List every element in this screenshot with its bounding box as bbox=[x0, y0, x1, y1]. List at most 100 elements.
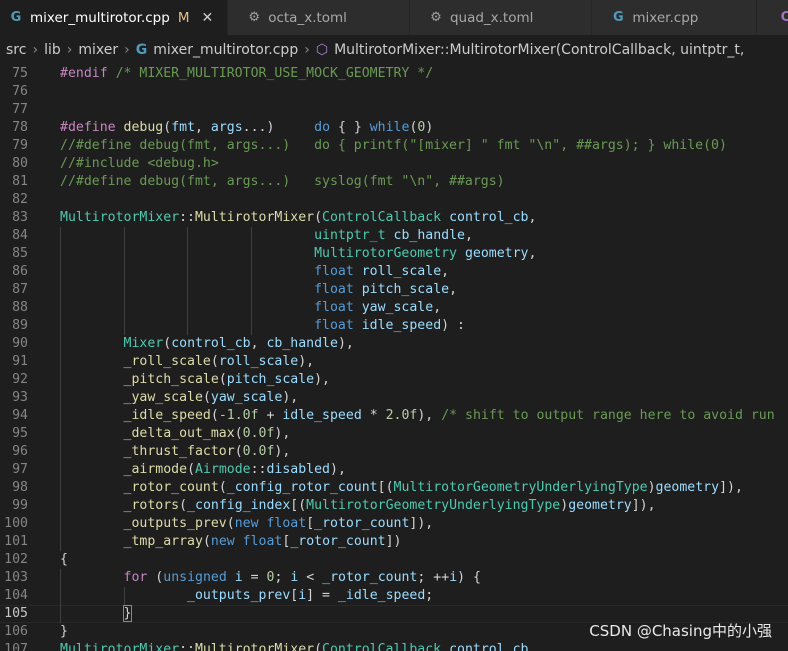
code-line[interactable]: 82 bbox=[0, 191, 788, 209]
code-text: } bbox=[60, 624, 68, 639]
line-number: 91 bbox=[12, 354, 28, 369]
code-text: float roll_scale, bbox=[314, 264, 450, 279]
code-line[interactable]: 87 float pitch_scale, bbox=[0, 281, 788, 299]
code-text: MultirotorMixer::MultirotorMixer(Control… bbox=[60, 210, 537, 225]
cpp-file-icon: G bbox=[10, 10, 22, 25]
code-text: _thrust_factor(0.0f), bbox=[123, 444, 291, 459]
line-number: 98 bbox=[12, 480, 28, 495]
code-text: float pitch_scale, bbox=[314, 282, 458, 297]
breadcrumb-item-symbol[interactable]: MultirotorMixer::MultirotorMixer(Control… bbox=[334, 42, 744, 58]
code-text: #endif /* MIXER_MULTIROTOR_USE_MOCK_GEOM… bbox=[60, 66, 434, 81]
code-line[interactable]: 97 _airmode(Airmode::disabled), bbox=[0, 461, 788, 479]
code-editor[interactable]: 75 #endif /* MIXER_MULTIROTOR_USE_MOCK_GE… bbox=[0, 65, 788, 651]
chevron-right-icon: › bbox=[304, 42, 310, 58]
tab-mixer-m[interactable]: C mixer_m bbox=[757, 0, 788, 35]
tab-mixer-multirotor-cpp[interactable]: G mixer_multirotor.cpp M ✕ bbox=[0, 0, 229, 35]
breadcrumb-item-src[interactable]: src bbox=[6, 42, 26, 58]
modified-indicator: M bbox=[177, 9, 190, 26]
tab-quad-x-toml[interactable]: ⚙ quad_x.toml bbox=[409, 0, 593, 35]
code-text: float yaw_scale, bbox=[314, 300, 442, 315]
code-line[interactable]: 77 bbox=[0, 101, 788, 119]
line-number: 97 bbox=[12, 462, 28, 477]
line-number: 96 bbox=[12, 444, 28, 459]
chevron-right-icon: › bbox=[124, 42, 130, 58]
breadcrumb-item-mixer[interactable]: mixer bbox=[78, 42, 118, 58]
line-number: 94 bbox=[12, 408, 28, 423]
code-line[interactable]: 79 //#define debug(fmt, args...) do { pri… bbox=[0, 137, 788, 155]
breadcrumb-item-lib[interactable]: lib bbox=[44, 42, 61, 58]
code-text: //#define debug(fmt, args...) do { print… bbox=[60, 138, 727, 153]
line-number: 84 bbox=[12, 228, 28, 243]
line-number: 86 bbox=[12, 264, 28, 279]
line-number: 78 bbox=[12, 120, 28, 135]
breadcrumb: src › lib › mixer › G mixer_multirotor.c… bbox=[0, 35, 788, 65]
line-number: 104 bbox=[4, 588, 28, 603]
line-number: 106 bbox=[4, 624, 28, 639]
code-line[interactable]: 86 float roll_scale, bbox=[0, 263, 788, 281]
code-line[interactable]: 89 float idle_speed) : bbox=[0, 317, 788, 335]
tab-label: quad_x.toml bbox=[449, 9, 534, 26]
code-line[interactable]: 78 #define debug(fmt, args...) do { } whi… bbox=[0, 119, 788, 137]
line-number: 85 bbox=[12, 246, 28, 261]
code-line[interactable]: 92 _pitch_scale(pitch_scale), bbox=[0, 371, 788, 389]
code-text: _rotors(_config_index[(MultirotorGeometr… bbox=[123, 498, 656, 513]
code-text: float idle_speed) : bbox=[314, 318, 465, 333]
code-text: //#include <debug.h> bbox=[60, 156, 219, 171]
gear-icon: ⚙ bbox=[248, 10, 261, 25]
line-number: 80 bbox=[12, 156, 28, 171]
line-number: 89 bbox=[12, 318, 28, 333]
code-text: } bbox=[122, 605, 133, 622]
code-text: _idle_speed(-1.0f + idle_speed * 2.0f), … bbox=[123, 408, 775, 423]
code-text: _pitch_scale(pitch_scale), bbox=[123, 372, 330, 387]
code-line[interactable]: 94 _idle_speed(-1.0f + idle_speed * 2.0f… bbox=[0, 407, 788, 425]
line-number: 99 bbox=[12, 498, 28, 513]
tab-mixer-cpp[interactable]: G mixer.cpp bbox=[592, 0, 758, 35]
close-icon[interactable]: ✕ bbox=[201, 10, 213, 26]
cpp-file-icon: G bbox=[613, 10, 624, 25]
code-line[interactable]: 103 for (unsigned i = 0; i < _rotor_coun… bbox=[0, 569, 788, 587]
code-text: _roll_scale(roll_scale), bbox=[123, 354, 315, 369]
code-line[interactable]: 83 MultirotorMixer::MultirotorMixer(Contr… bbox=[0, 209, 788, 227]
line-number: 107 bbox=[4, 642, 28, 651]
code-line[interactable]: 84 uintptr_t cb_handle, bbox=[0, 227, 788, 245]
code-line[interactable]: 100 _outputs_prev(new float[_rotor_count… bbox=[0, 515, 788, 533]
line-number: 76 bbox=[12, 84, 28, 99]
tab-label: mixer_multirotor.cpp bbox=[30, 9, 170, 26]
line-number: 82 bbox=[12, 192, 28, 207]
code-line[interactable]: 88 float yaw_scale, bbox=[0, 299, 788, 317]
line-number: 105 bbox=[4, 606, 28, 621]
code-line[interactable]: 81 //#define debug(fmt, args...) syslog(f… bbox=[0, 173, 788, 191]
code-line[interactable]: 90 Mixer(control_cb, cb_handle), bbox=[0, 335, 788, 353]
tab-octa-x-toml[interactable]: ⚙ octa_x.toml bbox=[228, 0, 410, 35]
tab-label: mixer.cpp bbox=[632, 9, 699, 26]
line-number: 83 bbox=[12, 210, 28, 225]
code-line[interactable]: 80 //#include <debug.h> bbox=[0, 155, 788, 173]
line-number: 103 bbox=[4, 570, 28, 585]
code-line[interactable]: 99 _rotors(_config_index[(MultirotorGeom… bbox=[0, 497, 788, 515]
code-text: uintptr_t cb_handle, bbox=[314, 228, 473, 243]
chevron-right-icon: › bbox=[66, 42, 73, 58]
code-text: #define debug(fmt, args...) do { } while… bbox=[60, 120, 434, 135]
code-line[interactable]: 107 MultirotorMixer::MultirotorMixer(Cont… bbox=[0, 641, 788, 651]
code-line[interactable]: 76 bbox=[0, 83, 788, 101]
method-cube-icon: ⬡ bbox=[315, 42, 329, 58]
code-text: { bbox=[60, 552, 68, 567]
code-line[interactable]: 95 _delta_out_max(0.0f), bbox=[0, 425, 788, 443]
code-line[interactable]: 91 _roll_scale(roll_scale), bbox=[0, 353, 788, 371]
code-line[interactable]: 96 _thrust_factor(0.0f), bbox=[0, 443, 788, 461]
code-line[interactable]: 75 #endif /* MIXER_MULTIROTOR_USE_MOCK_GE… bbox=[0, 65, 788, 83]
code-line[interactable]: 98 _rotor_count(_config_rotor_count[(Mul… bbox=[0, 479, 788, 497]
code-text: _delta_out_max(0.0f), bbox=[123, 426, 291, 441]
code-line[interactable]: 101 _tmp_array(new float[_rotor_count]) bbox=[0, 533, 788, 551]
code-line[interactable]: 85 MultirotorGeometry geometry, bbox=[0, 245, 788, 263]
code-line[interactable]: 104 _outputs_prev[i] = _idle_speed; bbox=[0, 587, 788, 605]
code-text: _outputs_prev[i] = _idle_speed; bbox=[187, 588, 434, 603]
code-text: MultirotorMixer::MultirotorMixer(Control… bbox=[60, 642, 537, 651]
code-text: Mixer(control_cb, cb_handle), bbox=[123, 336, 354, 351]
line-number: 92 bbox=[12, 372, 28, 387]
line-number: 93 bbox=[12, 390, 28, 405]
code-line[interactable]: 102 { bbox=[0, 551, 788, 569]
breadcrumb-item-file[interactable]: mixer_multirotor.cpp bbox=[153, 42, 298, 58]
code-line[interactable]: 93 _yaw_scale(yaw_scale), bbox=[0, 389, 788, 407]
line-number: 90 bbox=[12, 336, 28, 351]
